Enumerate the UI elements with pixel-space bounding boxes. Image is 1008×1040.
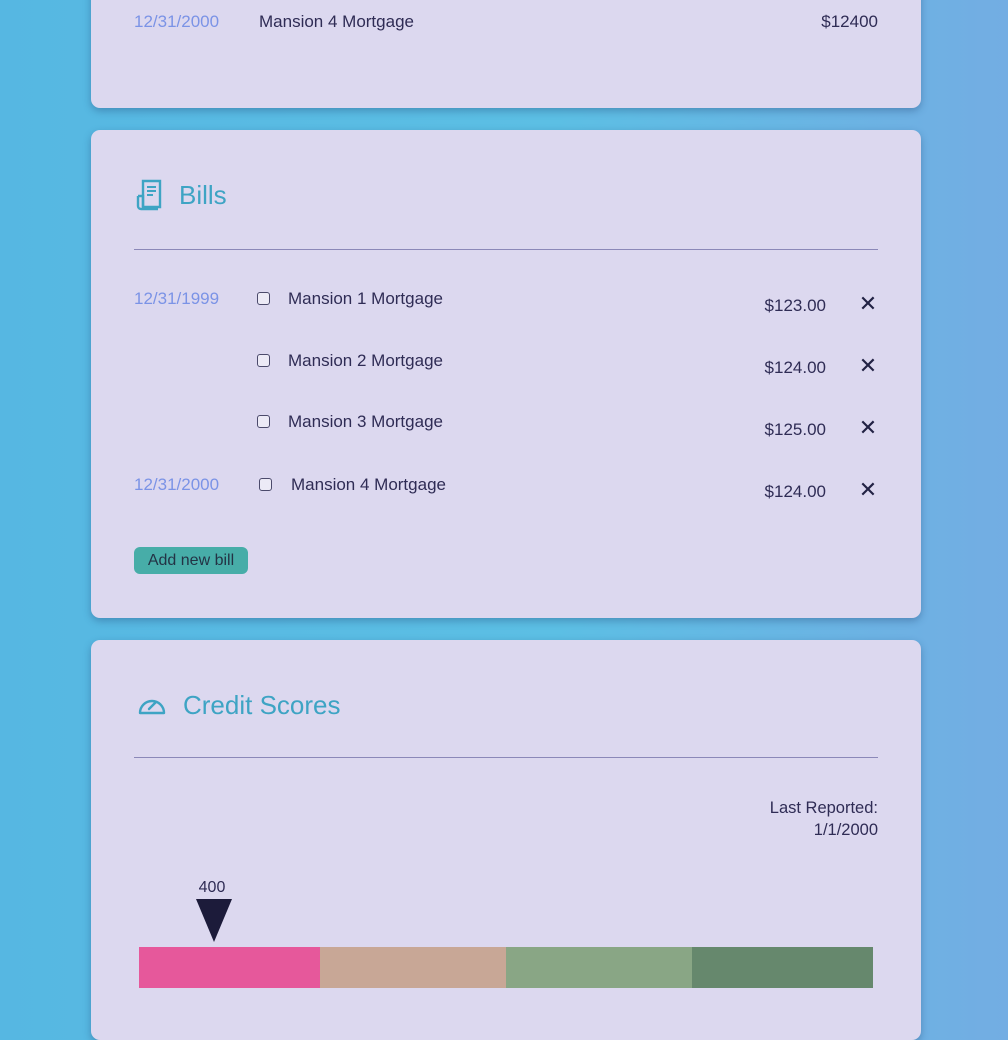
bills-divider: [134, 249, 878, 250]
bills-title: Bills: [179, 179, 227, 210]
score-value: 400: [198, 879, 226, 896]
score-range-fair: [320, 947, 506, 988]
bill-amount: $124.00: [764, 358, 826, 377]
bill-amount: $125.00: [764, 420, 826, 439]
bill-amount: $123.00: [764, 296, 826, 315]
receipt-icon: [136, 179, 162, 211]
credit-score-bar: [139, 947, 873, 988]
add-new-bill-button[interactable]: Add new bill: [134, 547, 248, 574]
bill-date: 12/31/1999: [134, 289, 220, 308]
last-reported: Last Reported: 1/1/2000: [678, 797, 878, 841]
delete-bill-icon[interactable]: ✕: [857, 417, 879, 439]
credit-scores-card: Credit Scores Last Reported: 1/1/2000 40…: [91, 640, 921, 1040]
bills-header: Bills: [135, 175, 227, 215]
bill-name: Mansion 2 Mortgage: [288, 351, 443, 370]
bill-row: Mansion 2 Mortgage $124.00 ✕: [91, 349, 921, 379]
bill-row: 12/31/1999 Mansion 1 Mortgage $123.00 ✕: [91, 287, 921, 317]
bill-paid-checkbox[interactable]: [257, 354, 270, 367]
row-amount: $12400: [821, 12, 878, 31]
score-range-good: [506, 947, 692, 988]
bill-date: 12/31/2000: [134, 475, 220, 494]
row-name: Mansion 4 Mortgage: [259, 12, 414, 31]
delete-bill-icon[interactable]: ✕: [857, 293, 879, 315]
score-pointer-icon: [196, 899, 232, 942]
delete-bill-icon[interactable]: ✕: [857, 355, 879, 377]
bill-amount: $124.00: [764, 482, 826, 501]
bill-row: Mansion 3 Mortgage $125.00 ✕: [91, 410, 921, 440]
last-reported-date: 1/1/2000: [813, 821, 878, 839]
delete-bill-icon[interactable]: ✕: [857, 479, 879, 501]
credit-divider: [134, 757, 878, 758]
last-reported-label: Last Reported:: [769, 799, 878, 817]
previous-card: 12/31/2000 Mansion 4 Mortgage $12400: [91, 0, 921, 108]
credit-title: Credit Scores: [183, 689, 341, 720]
row-date: 12/31/2000: [134, 12, 220, 31]
credit-header: Credit Scores: [135, 685, 341, 725]
bill-name: Mansion 3 Mortgage: [288, 412, 443, 431]
bill-paid-checkbox[interactable]: [257, 292, 270, 305]
bill-paid-checkbox[interactable]: [257, 415, 270, 428]
bill-paid-checkbox[interactable]: [259, 478, 272, 491]
bills-card: Bills 12/31/1999 Mansion 1 Mortgage $123…: [91, 130, 921, 618]
gauge-icon: [138, 699, 166, 715]
bill-name: Mansion 4 Mortgage: [291, 475, 446, 494]
bill-row: 12/31/2000 Mansion 4 Mortgage $124.00 ✕: [91, 473, 921, 503]
bill-name: Mansion 1 Mortgage: [288, 289, 443, 308]
score-range-excellent: [692, 947, 873, 988]
score-range-poor: [139, 947, 320, 988]
